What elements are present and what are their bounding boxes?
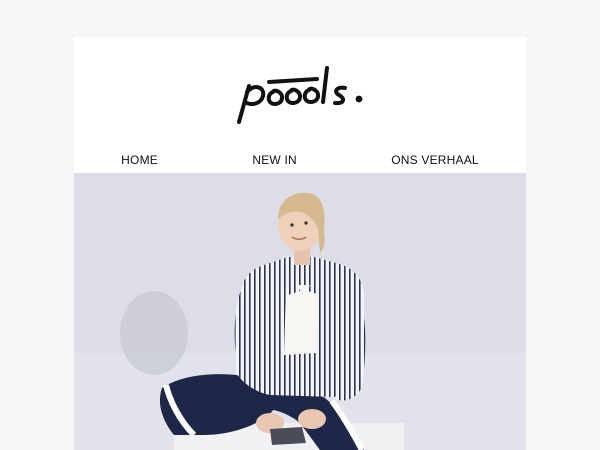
wall-shadow <box>120 291 188 375</box>
brand-logo-mark <box>237 66 363 124</box>
hand-right <box>298 409 326 429</box>
hero-image[interactable] <box>74 173 526 450</box>
jacket <box>234 257 366 401</box>
main-nav: HOME NEW IN ONS VERHAAL <box>74 147 526 173</box>
nav-item-new-in[interactable]: NEW IN <box>252 153 297 167</box>
hero-photo <box>74 173 526 450</box>
nav-item-home[interactable]: HOME <box>121 153 158 167</box>
email-card: HOME NEW IN ONS VERHAAL <box>74 37 526 450</box>
nav-item-ons-verhaal[interactable]: ONS VERHAAL <box>391 153 479 167</box>
logo-area <box>74 37 526 147</box>
brand-logo[interactable] <box>225 52 375 132</box>
sneaker <box>270 427 306 445</box>
